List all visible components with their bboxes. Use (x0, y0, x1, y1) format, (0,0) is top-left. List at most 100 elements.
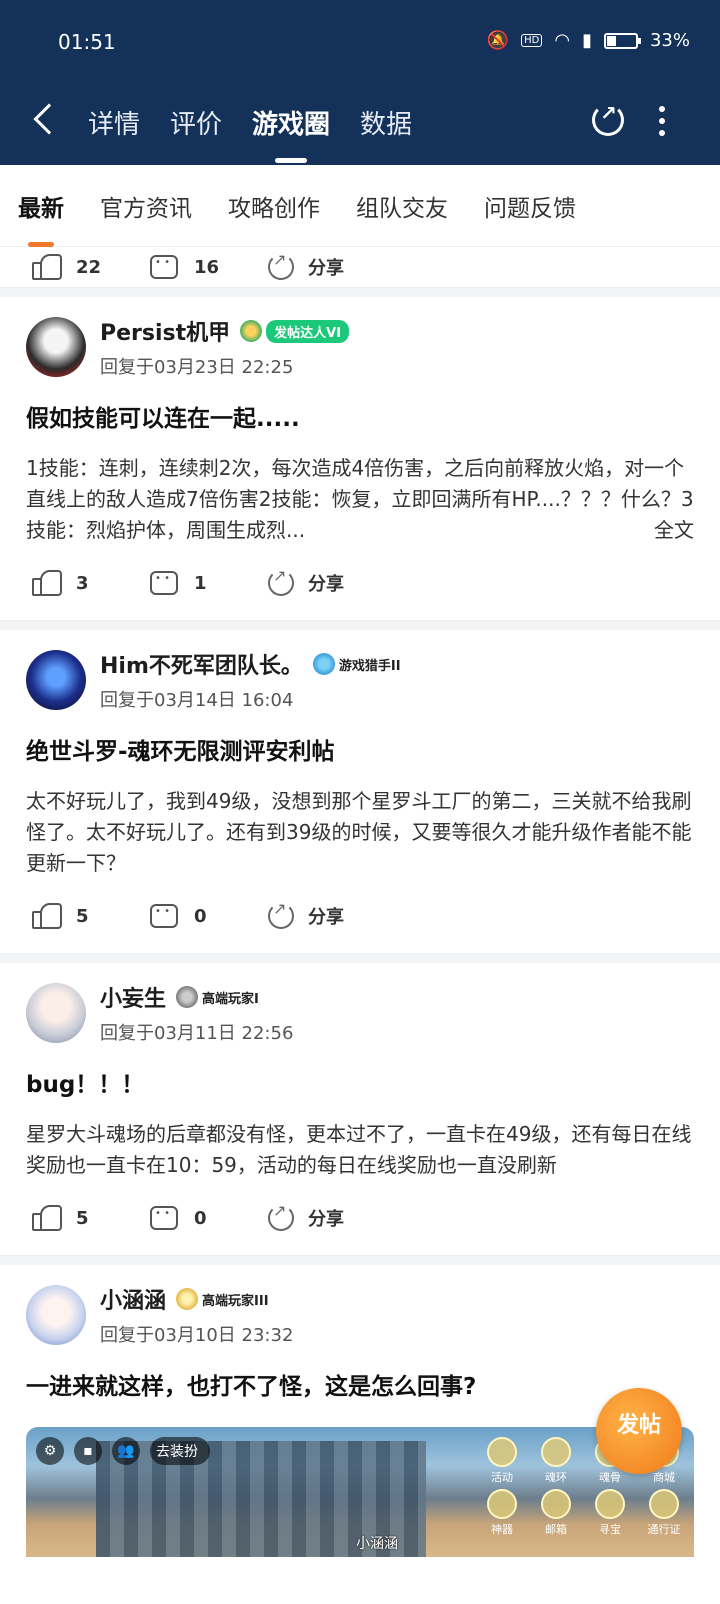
share-button[interactable]: 分享 (268, 566, 386, 596)
chat-icon: ▪ (74, 1437, 102, 1465)
post-body[interactable]: 1技能：连刺，连续刺2次，每次造成4倍伤害，之后向前释放火焰，对一个直线上的敌人… (26, 453, 694, 546)
comment-button[interactable]: 1 (150, 571, 268, 595)
thumbs-up-icon (32, 254, 62, 280)
settings-icon: ⚙ (36, 1437, 64, 1465)
share-button[interactable]: 分享 (268, 250, 386, 280)
full-text-link[interactable]: 全文 (654, 515, 694, 546)
tab-data[interactable]: 数据 (360, 104, 412, 141)
subtab-latest[interactable]: 最新 (18, 189, 64, 247)
share-button[interactable]: 分享 (268, 1201, 386, 1231)
more-menu-icon[interactable] (658, 106, 666, 136)
like-button[interactable]: 22 (32, 254, 150, 280)
subtab-official-news[interactable]: 官方资讯 (100, 189, 192, 223)
thumbs-up-icon (32, 570, 62, 596)
comment-icon (150, 904, 178, 928)
back-arrow-icon[interactable] (33, 103, 65, 135)
badge-icon (312, 653, 335, 675)
signal-icon: ▮ (582, 30, 592, 51)
like-button[interactable]: 3 (32, 570, 150, 596)
game-menu-item: 寻宝 (588, 1489, 632, 1537)
user-badge: 高端玩家I (176, 986, 259, 1008)
subtab-guides[interactable]: 攻略创作 (228, 189, 320, 223)
share-icon (268, 1201, 294, 1231)
character-name: 小涵涵 (356, 1536, 398, 1552)
post-title[interactable]: bug！！！ (26, 1069, 694, 1101)
post-date: 回复于03月14日 16:04 (100, 690, 294, 711)
sub-tabs: 最新 官方资讯 攻略创作 组队交友 问题反馈 (0, 165, 720, 247)
game-menu-item: 神器 (480, 1489, 524, 1537)
battery-icon (603, 32, 641, 49)
post-body[interactable]: 星罗大斗魂场的后章都没有怪，更本过不了，一直卡在49级，还有每日在线奖励也一直卡… (26, 1119, 694, 1181)
post-actions: 22 16 分享 (0, 247, 720, 287)
divider (0, 620, 720, 630)
divider (0, 953, 720, 963)
game-menu-item: 邮箱 (534, 1489, 578, 1537)
comment-icon (150, 1206, 178, 1230)
avatar[interactable] (26, 317, 86, 377)
comment-icon (150, 255, 178, 279)
tab-game-circle[interactable]: 游戏圈 (252, 104, 330, 163)
comment-button[interactable]: 16 (150, 255, 268, 279)
thumbs-up-icon (32, 903, 62, 929)
post-card[interactable]: 小妄生 高端玩家I 回复于03月11日 22:56 bug！！！ 星罗大斗魂场的… (0, 963, 720, 1241)
share-icon (268, 566, 294, 596)
post-card[interactable]: Him不死军团队长。 游戏猎手II 回复于03月14日 16:04 绝世斗罗-魂… (0, 630, 720, 939)
badge-icon (176, 986, 199, 1008)
subtab-team-up[interactable]: 组队交友 (356, 189, 448, 223)
post-title[interactable]: 假如技能可以连在一起..... (26, 403, 694, 435)
status-time: 01:51 (58, 30, 116, 54)
comment-button[interactable]: 0 (150, 904, 268, 928)
post-date: 回复于03月10日 23:32 (100, 1325, 294, 1346)
avatar[interactable] (26, 1285, 86, 1345)
comment-button[interactable]: 0 (150, 1206, 268, 1230)
username[interactable]: Him不死军团队长。 (100, 648, 303, 680)
post-date: 回复于03月23日 22:25 (100, 357, 294, 378)
username[interactable]: 小妄生 (100, 981, 166, 1013)
subtab-feedback[interactable]: 问题反馈 (484, 189, 576, 223)
new-post-button[interactable]: 发帖 (596, 1388, 682, 1474)
username[interactable]: 小涵涵 (100, 1283, 166, 1315)
like-button[interactable]: 5 (32, 903, 150, 929)
user-badge: 游戏猎手II (312, 653, 401, 675)
avatar[interactable] (26, 650, 86, 710)
user-badge: 发帖达人VI (240, 319, 350, 343)
post-card[interactable]: Persist机甲 发帖达人VI 回复于03月23日 22:25 假如技能可以连… (0, 297, 720, 606)
avatar[interactable] (26, 983, 86, 1043)
hd-icon: HD (521, 34, 543, 47)
dress-up-label: 去装扮 (150, 1437, 210, 1465)
post-body[interactable]: 太不好玩儿了，我到49级，没想到那个星罗斗工厂的第二，三关就不给我刷怪了。太不好… (26, 786, 694, 879)
game-menu-item: 魂环 (534, 1437, 578, 1485)
badge-icon (176, 1288, 199, 1310)
comment-icon (150, 571, 178, 595)
post-title[interactable]: 一进来就这样，也打不了怪，这是怎么回事? (26, 1371, 694, 1403)
status-icons: 🔕 HD ◠ ▮ 33% (487, 30, 690, 51)
post-actions: 3 1 分享 (26, 560, 694, 606)
share-icon (268, 250, 294, 280)
tab-reviews[interactable]: 评价 (170, 104, 222, 141)
nav-tabs: 详情 评价 游戏圈 数据 (88, 104, 412, 163)
like-button[interactable]: 5 (32, 1205, 150, 1231)
friends-icon: 👥 (112, 1437, 140, 1465)
wifi-icon: ◠ (554, 30, 571, 51)
battery-percent: 33% (649, 30, 690, 51)
app-header: 01:51 🔕 HD ◠ ▮ 33% 详情 评价 游戏圈 数据 (0, 0, 720, 165)
post-feed: 22 16 分享 Persist机甲 发帖达人VI 回复于03月23日 22:2… (0, 247, 720, 1557)
share-button[interactable]: 分享 (268, 899, 386, 929)
post-actions: 5 0 分享 (26, 893, 694, 939)
username[interactable]: Persist机甲 (100, 315, 230, 347)
share-icon (268, 899, 294, 929)
game-menu-item: 活动 (480, 1437, 524, 1485)
divider (0, 287, 720, 297)
post-title[interactable]: 绝世斗罗-魂环无限测评安利帖 (26, 736, 694, 768)
badge-icon (240, 320, 263, 342)
game-hud-topbar: ⚙ ▪ 👥 去装扮 (36, 1437, 210, 1465)
mute-icon: 🔕 (486, 30, 510, 51)
game-menu-item: 通行证 (642, 1489, 686, 1537)
thumbs-up-icon (32, 1205, 62, 1231)
post-image[interactable]: ⚙ ▪ 👥 去装扮 活动 魂环 魂骨 商城 神器 邮箱 寻宝 通行证 小涵涵 (26, 1427, 694, 1557)
divider (0, 1255, 720, 1265)
share-icon[interactable] (592, 101, 624, 136)
post-actions: 5 0 分享 (26, 1195, 694, 1241)
tab-details[interactable]: 详情 (88, 104, 140, 141)
post-date: 回复于03月11日 22:56 (100, 1023, 294, 1044)
